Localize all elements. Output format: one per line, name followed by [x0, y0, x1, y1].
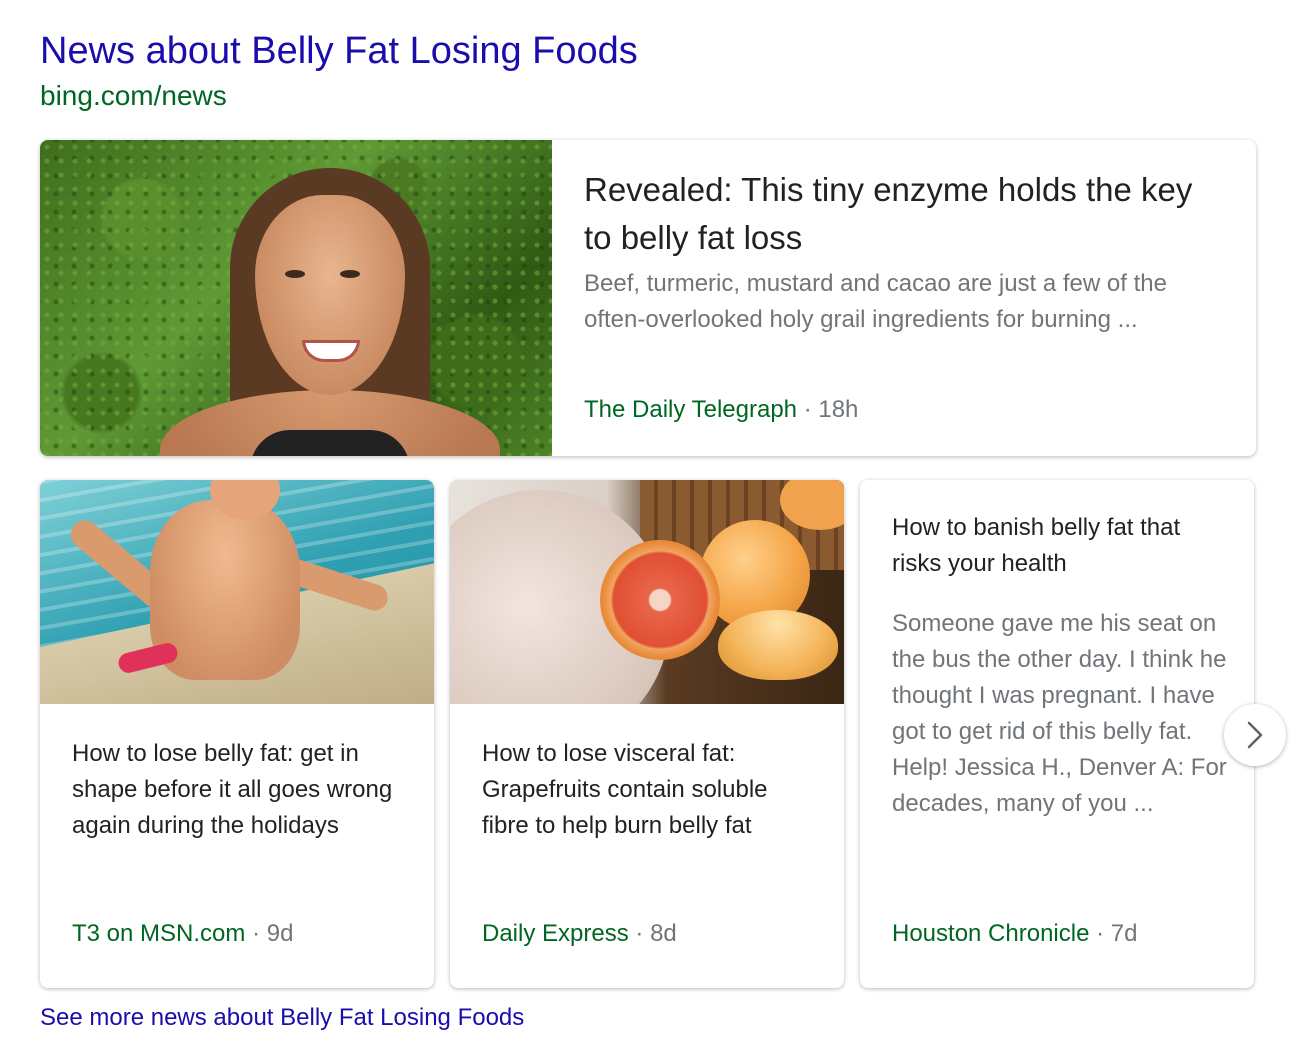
news-age: 7d: [1110, 920, 1138, 947]
news-heading-link[interactable]: News about Belly Fat Losing Foods: [40, 30, 638, 73]
featured-news-meta: The Daily Telegraph · 18h: [584, 396, 858, 424]
carousel-next-button[interactable]: [1224, 704, 1286, 766]
meta-separator: ·: [635, 920, 644, 947]
news-age: 18h: [818, 396, 859, 423]
news-card[interactable]: How to lose visceral fat: Grapefruits co…: [450, 480, 844, 988]
news-source: T3 on MSN.com: [72, 920, 246, 947]
meta-separator: ·: [1096, 920, 1105, 947]
news-card-image: [40, 480, 434, 704]
news-source: The Daily Telegraph: [584, 396, 798, 423]
news-card-meta: Houston Chronicle · 7d: [892, 920, 1137, 948]
meta-separator: ·: [803, 396, 812, 423]
news-card-meta: Daily Express · 8d: [482, 920, 677, 948]
meta-separator: ·: [252, 920, 261, 947]
news-age: 8d: [650, 920, 677, 947]
featured-news-title[interactable]: Revealed: This tiny enzyme holds the key…: [584, 166, 1204, 262]
news-source-url: bing.com/news: [40, 80, 227, 111]
news-card-snippet: Someone gave me his seat on the bus the …: [892, 610, 1227, 817]
news-source: Daily Express: [482, 920, 629, 947]
featured-news-card[interactable]: Revealed: This tiny enzyme holds the key…: [40, 140, 1256, 456]
news-source: Houston Chronicle: [892, 920, 1090, 947]
see-more-news-link[interactable]: See more news about Belly Fat Losing Foo…: [40, 1004, 524, 1032]
featured-news-image: [40, 140, 552, 456]
chevron-right-icon: [1247, 721, 1263, 749]
news-card[interactable]: How to banish belly fat that risks your …: [860, 480, 1254, 988]
news-card-title[interactable]: How to lose belly fat: get in shape befo…: [72, 736, 402, 844]
news-card[interactable]: How to lose belly fat: get in shape befo…: [40, 480, 434, 988]
news-card-title[interactable]: How to lose visceral fat: Grapefruits co…: [482, 736, 812, 844]
news-card-title[interactable]: How to banish belly fat that risks your …: [892, 510, 1232, 582]
news-age: 9d: [266, 920, 294, 947]
news-card-meta: T3 on MSN.com · 9d: [72, 920, 293, 948]
featured-news-snippet: Beef, turmeric, mustard and cacao are ju…: [584, 270, 1167, 333]
news-card-image: [450, 480, 844, 704]
